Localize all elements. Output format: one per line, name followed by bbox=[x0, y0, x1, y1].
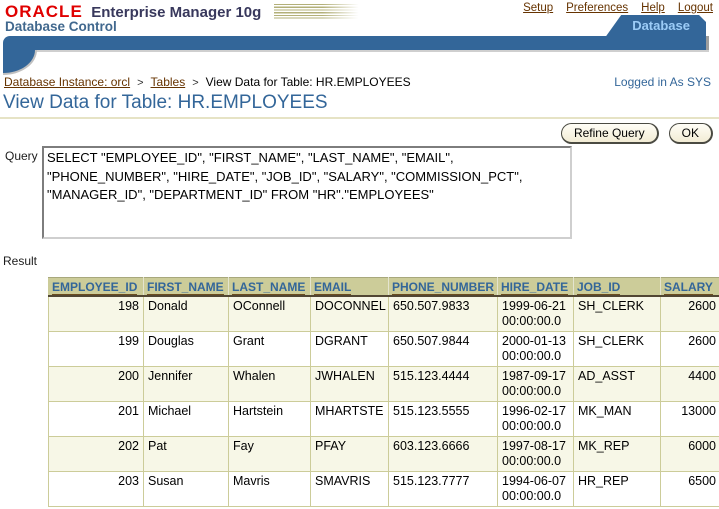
cell-employee_id: 203 bbox=[49, 472, 144, 507]
breadcrumb: Database Instance: orcl > Tables > View Data… bbox=[4, 75, 411, 89]
query-textarea[interactable]: SELECT "EMPLOYEE_ID", "FIRST_NAME", "LAS… bbox=[42, 146, 572, 239]
cell-phone_number: 515.123.5555 bbox=[389, 402, 498, 437]
query-label: Query bbox=[5, 146, 39, 239]
header-link-setup[interactable]: Setup bbox=[523, 2, 553, 14]
column-header-last_name[interactable]: LAST_NAME bbox=[232, 280, 305, 295]
breadcrumb-separator: > bbox=[137, 77, 143, 89]
cell-phone_number: 650.507.9833 bbox=[389, 296, 498, 332]
cell-hire_date: 1999-06-21 00:00:00.0 bbox=[498, 296, 574, 332]
cell-email: DGRANT bbox=[311, 332, 389, 367]
banner-bar-shadow bbox=[3, 50, 709, 52]
table-row: 200JenniferWhalenJWHALEN515.123.44441987… bbox=[49, 367, 719, 402]
page-title: View Data for Table: HR.EMPLOYEES bbox=[3, 92, 328, 114]
cell-phone_number: 515.123.7777 bbox=[389, 472, 498, 507]
cell-job_id: SH_CLERK bbox=[574, 332, 661, 367]
table-row: 203SusanMavrisSMAVRIS515.123.77771994-06… bbox=[49, 472, 719, 507]
cell-job_id: MK_REP bbox=[574, 437, 661, 472]
title-divider bbox=[0, 117, 719, 119]
column-header-cell: EMAIL bbox=[311, 278, 389, 297]
cell-phone_number: 603.123.6666 bbox=[389, 437, 498, 472]
column-header-cell: PHONE_NUMBER bbox=[389, 278, 498, 297]
column-header-employee_id[interactable]: EMPLOYEE_ID bbox=[52, 280, 137, 295]
cell-employee_id: 200 bbox=[49, 367, 144, 402]
banner-bar bbox=[3, 36, 706, 50]
breadcrumb-link[interactable]: Tables bbox=[151, 75, 186, 89]
cell-last_name: OConnell bbox=[229, 296, 311, 332]
table-row: 202PatFayPFAY603.123.66661997-08-17 00:0… bbox=[49, 437, 719, 472]
cell-first_name: Jennifer bbox=[144, 367, 229, 402]
column-header-email[interactable]: EMAIL bbox=[314, 280, 351, 295]
ok-button[interactable]: OK bbox=[669, 123, 713, 144]
database-control-label: Database Control bbox=[5, 19, 117, 34]
result-label: Result bbox=[3, 254, 37, 268]
column-header-cell: JOB_ID bbox=[574, 278, 661, 297]
cell-first_name: Douglas bbox=[144, 332, 229, 367]
refine-query-button[interactable]: Refine Query bbox=[561, 123, 659, 144]
cell-hire_date: 1997-08-17 00:00:00.0 bbox=[498, 437, 574, 472]
banner-bar-curl bbox=[3, 50, 37, 75]
cell-salary: 2600 bbox=[661, 332, 719, 367]
stripes-decoration-icon bbox=[274, 4, 362, 19]
cell-email: DOCONNEL bbox=[311, 296, 389, 332]
cell-first_name: Susan bbox=[144, 472, 229, 507]
header-link-preferences[interactable]: Preferences bbox=[566, 2, 628, 14]
table-row: 201MichaelHartsteinMHARTSTE515.123.55551… bbox=[49, 402, 719, 437]
cell-first_name: Pat bbox=[144, 437, 229, 472]
cell-last_name: Mavris bbox=[229, 472, 311, 507]
cell-job_id: HR_REP bbox=[574, 472, 661, 507]
breadcrumb-separator: > bbox=[192, 77, 198, 89]
column-header-phone_number[interactable]: PHONE_NUMBER bbox=[392, 280, 494, 295]
header-link-help[interactable]: Help bbox=[641, 2, 665, 14]
cell-salary: 6500 bbox=[661, 472, 719, 507]
cell-last_name: Fay bbox=[229, 437, 311, 472]
cell-job_id: MK_MAN bbox=[574, 402, 661, 437]
cell-hire_date: 1987-09-17 00:00:00.0 bbox=[498, 367, 574, 402]
result-table: EMPLOYEE_ID FIRST_NAME LAST_NAME EMAIL PHONE… bbox=[48, 277, 719, 507]
cell-first_name: Michael bbox=[144, 402, 229, 437]
table-row: 198DonaldOConnellDOCONNEL650.507.9833199… bbox=[49, 296, 719, 332]
cell-salary: 13000 bbox=[661, 402, 719, 437]
cell-last_name: Hartstein bbox=[229, 402, 311, 437]
cell-phone_number: 515.123.4444 bbox=[389, 367, 498, 402]
cell-job_id: AD_ASST bbox=[574, 367, 661, 402]
cell-hire_date: 1994-06-07 00:00:00.0 bbox=[498, 472, 574, 507]
cell-salary: 6000 bbox=[661, 437, 719, 472]
table-row: 199DouglasGrantDGRANT650.507.98442000-01… bbox=[49, 332, 719, 367]
cell-employee_id: 199 bbox=[49, 332, 144, 367]
column-header-cell: EMPLOYEE_ID bbox=[49, 278, 144, 297]
column-header-cell: FIRST_NAME bbox=[144, 278, 229, 297]
cell-employee_id: 201 bbox=[49, 402, 144, 437]
cell-salary: 2600 bbox=[661, 296, 719, 332]
header-links: Setup Preferences Help Logout bbox=[510, 2, 713, 14]
oracle-em-page: ORACLE Enterprise Manager 10g Database C… bbox=[0, 0, 719, 509]
cell-first_name: Donald bbox=[144, 296, 229, 332]
column-header-hire_date[interactable]: HIRE_DATE bbox=[501, 280, 568, 295]
header-link-logout[interactable]: Logout bbox=[678, 2, 713, 14]
breadcrumb-current: View Data for Table: HR.EMPLOYEES bbox=[206, 75, 411, 89]
cell-employee_id: 202 bbox=[49, 437, 144, 472]
cell-email: MHARTSTE bbox=[311, 402, 389, 437]
cell-salary: 4400 bbox=[661, 367, 719, 402]
cell-hire_date: 1996-02-17 00:00:00.0 bbox=[498, 402, 574, 437]
cell-employee_id: 198 bbox=[49, 296, 144, 332]
cell-phone_number: 650.507.9844 bbox=[389, 332, 498, 367]
cell-email: PFAY bbox=[311, 437, 389, 472]
cell-hire_date: 2000-01-13 00:00:00.0 bbox=[498, 332, 574, 367]
cell-email: SMAVRIS bbox=[311, 472, 389, 507]
column-header-cell: HIRE_DATE bbox=[498, 278, 574, 297]
result-header-row: EMPLOYEE_ID FIRST_NAME LAST_NAME EMAIL PHONE… bbox=[49, 278, 719, 297]
logged-in-status: Logged in As SYS bbox=[614, 75, 711, 89]
column-header-job_id[interactable]: JOB_ID bbox=[577, 280, 620, 295]
action-buttons: Refine Query OK bbox=[561, 123, 713, 144]
column-header-salary[interactable]: SALARY bbox=[664, 280, 713, 295]
column-header-first_name[interactable]: FIRST_NAME bbox=[147, 280, 224, 295]
column-header-cell: LAST_NAME bbox=[229, 278, 311, 297]
cell-last_name: Grant bbox=[229, 332, 311, 367]
column-header-cell: SALARY bbox=[661, 278, 719, 297]
cell-email: JWHALEN bbox=[311, 367, 389, 402]
cell-job_id: SH_CLERK bbox=[574, 296, 661, 332]
breadcrumb-link[interactable]: Database Instance: orcl bbox=[4, 75, 130, 89]
cell-last_name: Whalen bbox=[229, 367, 311, 402]
tab-database[interactable]: Database bbox=[606, 15, 706, 36]
